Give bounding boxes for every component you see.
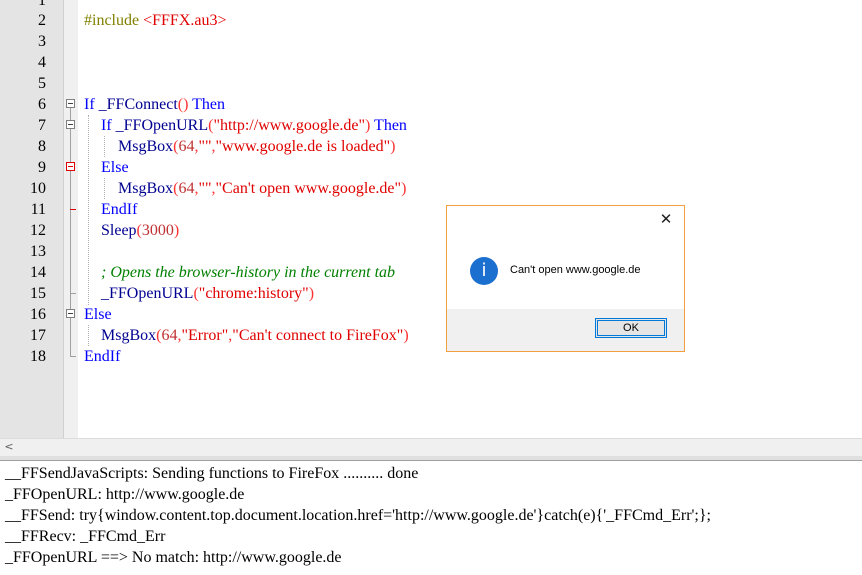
line-number: 12 (30, 222, 46, 239)
code-line-18: EndIf (84, 346, 120, 367)
fold-end-marker (70, 293, 76, 294)
line-number: 3 (38, 33, 46, 50)
keyword: EndIf (101, 201, 138, 218)
fold-collapse-icon[interactable] (66, 99, 75, 108)
keyword: Then (188, 96, 226, 113)
comment: ; Opens the browser-history in the curre… (101, 264, 396, 281)
keyword: If (84, 96, 99, 113)
line-number-gutter: 1 2 3 4 5 6 7 8 9 10 11 12 13 14 15 16 1… (0, 0, 64, 438)
information-icon: i (470, 257, 498, 285)
ok-button[interactable]: OK (595, 318, 667, 338)
string-literal: "Can't connect to FireFox" (232, 327, 404, 344)
fold-collapse-icon[interactable] (66, 309, 75, 318)
keyword: If (101, 117, 116, 134)
string-literal: "www.google.de is loaded" (215, 138, 391, 155)
fold-line (70, 108, 71, 314)
string-literal: "" (198, 138, 212, 155)
console-line: __FFSend: try{window.content.top.documen… (5, 507, 711, 524)
line-number: 13 (30, 243, 46, 260)
line-number: 5 (38, 75, 46, 92)
line-number: 16 (30, 306, 46, 323)
horizontal-scrollbar[interactable]: < (0, 438, 862, 456)
indent-guide (88, 115, 89, 305)
line-number: 2 (38, 12, 46, 29)
keyword: Then (370, 117, 407, 134)
directive: #include (84, 12, 144, 29)
fold-line (70, 318, 71, 356)
close-icon[interactable]: ✕ (656, 209, 676, 229)
fold-end-marker (70, 356, 76, 357)
fold-margin (64, 0, 78, 438)
code-line-14: ; Opens the browser-history in the curre… (101, 262, 395, 283)
paren: ) (403, 327, 409, 344)
line-number: 6 (38, 96, 46, 113)
console-line: __FFSendJavaScripts: Sending functions t… (5, 465, 419, 482)
line-number: 18 (30, 348, 46, 365)
code-line-12: Sleep(3000) (101, 220, 179, 241)
string-literal: "http://www.google.de" (213, 117, 365, 134)
line-number: 15 (30, 285, 46, 302)
console-line: _FFOpenURL: http://www.google.de (5, 486, 245, 503)
line-number: 9 (38, 159, 46, 176)
code-line-15: _FFOpenURL("chrome:history") (101, 283, 314, 304)
code-line-6: If _FFConnect() Then (84, 94, 225, 115)
fold-collapse-icon[interactable] (66, 162, 75, 171)
console-line: _FFOpenURL ==> No match: http://www.goog… (5, 549, 342, 566)
function-name: MsgBox (118, 138, 174, 155)
line-number: 7 (38, 117, 46, 134)
dialog-footer: OK (447, 309, 684, 351)
message-box-dialog: ✕ i Can't open www.google.de OK (446, 205, 685, 352)
function-name: _FFOpenURL (101, 285, 194, 302)
line-number: 11 (30, 201, 46, 218)
code-editor[interactable]: 1 2 3 4 5 6 7 8 9 10 11 12 13 14 15 16 1… (0, 0, 862, 438)
line-number: 4 (38, 54, 46, 71)
paren: ) (390, 138, 396, 155)
code-line-16: Else (84, 304, 112, 325)
indent-guide (104, 178, 105, 199)
fold-collapse-icon[interactable] (66, 120, 75, 129)
line-number: 17 (30, 327, 46, 344)
code-line-7: If _FFOpenURL("http://www.google.de") Th… (101, 115, 407, 136)
keyword: Else (84, 306, 112, 323)
number-literal: 64 (178, 180, 195, 197)
keyword: Else (101, 159, 129, 176)
code-line-10: MsgBox(64,"","Can't open www.google.de") (118, 178, 406, 199)
indent-guide (88, 325, 89, 346)
keyword: EndIf (84, 348, 121, 365)
code-line-2: #include <FFFX.au3> (84, 10, 227, 31)
paren: () (177, 96, 189, 113)
dialog-message: Can't open www.google.de (510, 264, 641, 276)
function-name: _FFOpenURL (115, 117, 209, 134)
code-line-11: EndIf (101, 199, 137, 220)
number-literal: 3000 (141, 222, 174, 239)
function-name: _FFConnect (98, 96, 178, 113)
line-number: 8 (38, 138, 46, 155)
scroll-left-arrow-icon[interactable]: < (2, 440, 16, 454)
function-name: MsgBox (101, 327, 157, 344)
indent-guide (104, 136, 105, 157)
fold-end-marker (70, 209, 76, 210)
number-literal: 64 (161, 327, 178, 344)
line-number: 10 (30, 180, 46, 197)
function-name: MsgBox (118, 180, 174, 197)
number-literal: 64 (178, 138, 195, 155)
code-line-8: MsgBox(64,"","www.google.de is loaded") (118, 136, 396, 157)
paren: ) (173, 222, 180, 239)
function-name: Sleep (101, 222, 137, 239)
code-line-17: MsgBox(64,"Error","Can't connect to Fire… (101, 325, 409, 346)
string-literal: "" (198, 180, 212, 197)
output-console[interactable]: __FFSendJavaScripts: Sending functions t… (0, 461, 862, 575)
string-literal: "Can't open www.google.de" (215, 180, 402, 197)
paren: ) (308, 285, 315, 302)
string-literal: "Error" (181, 327, 229, 344)
include-file: <FFFX.au3> (143, 12, 227, 29)
paren: ) (401, 180, 407, 197)
string-literal: "chrome:history" (198, 285, 309, 302)
code-line-9: Else (101, 157, 129, 178)
line-number: 14 (30, 264, 46, 281)
console-line: __FFRecv: _FFCmd_Err (5, 528, 166, 545)
